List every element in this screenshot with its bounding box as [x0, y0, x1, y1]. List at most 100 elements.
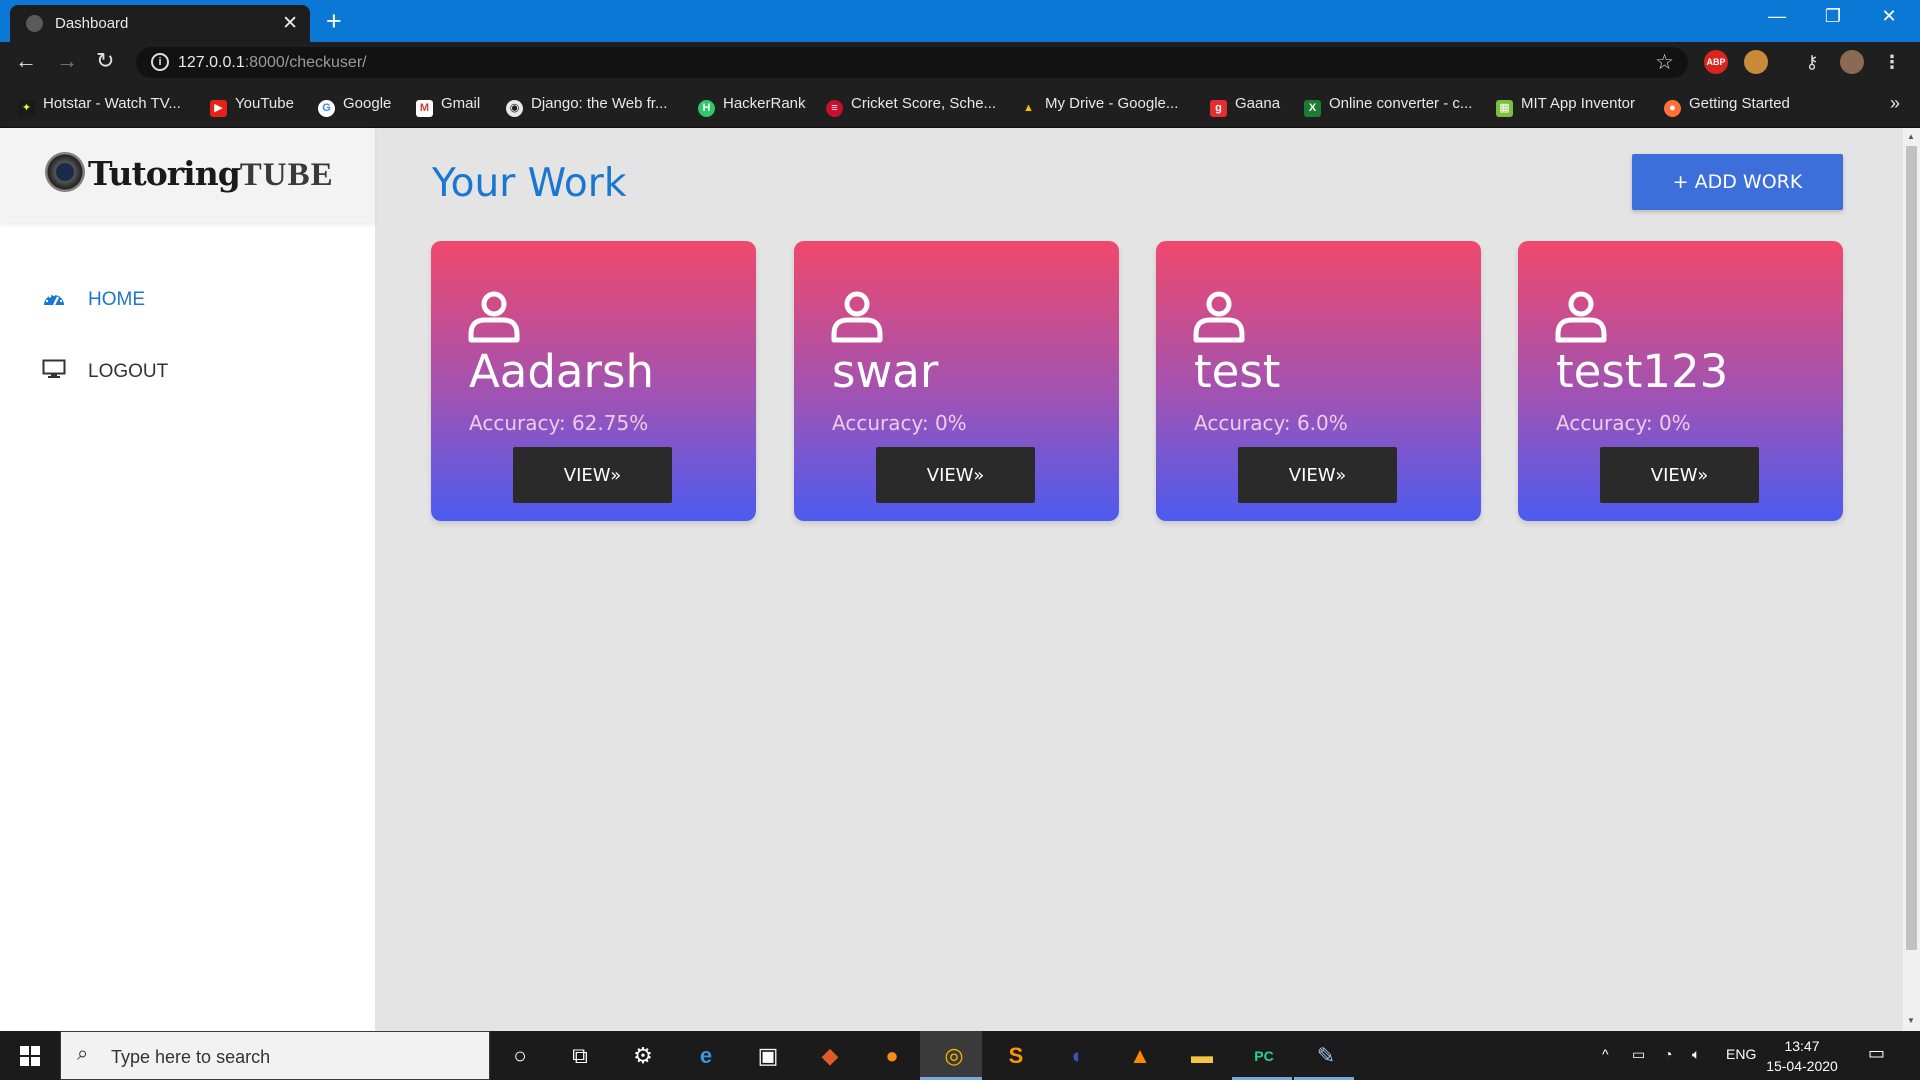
cortana-icon[interactable]: ○ — [503, 1039, 537, 1073]
hackerrank-icon: H — [698, 100, 715, 117]
clock-time: 13:47 — [1784, 1038, 1820, 1054]
profile-avatar[interactable] — [1840, 50, 1864, 74]
bookmark-label: HackerRank — [723, 95, 806, 112]
pycharm-icon[interactable]: PC — [1247, 1039, 1281, 1073]
forward-icon[interactable]: → — [56, 48, 78, 74]
view-button[interactable]: VIEW» — [513, 447, 672, 503]
card-name: swar — [832, 345, 939, 398]
back-icon[interactable]: ← — [15, 48, 37, 74]
view-button[interactable]: VIEW» — [1600, 447, 1759, 503]
sidebar: TutoringTUBE HOME LOGOUT — [0, 128, 375, 1031]
view-button[interactable]: VIEW» — [1238, 447, 1397, 503]
bookmark-hotstar[interactable]: ✦ Hotstar - Watch TV... — [18, 95, 181, 117]
work-card: Aadarsh Accuracy: 62.75% VIEW» — [431, 241, 756, 521]
browser-titlebar: Dashboard ✕ + — ❐ ✕ — [0, 0, 1920, 42]
bookmark-label: YouTube — [235, 95, 294, 112]
adblock-extension-icon[interactable]: ABP — [1704, 50, 1728, 74]
key-icon[interactable]: ⚷ — [1800, 50, 1824, 74]
store-icon[interactable]: ▣ — [751, 1039, 785, 1073]
bookmark-gaana[interactable]: g Gaana — [1210, 95, 1280, 117]
bookmark-label: Gmail — [441, 95, 481, 112]
bookmark-label: Getting Started — [1689, 95, 1790, 112]
show-hidden-icons-icon[interactable]: ^ — [1602, 1046, 1609, 1062]
camera-lens-icon — [45, 152, 85, 192]
monitor-icon — [42, 359, 66, 385]
dashboard-icon — [42, 289, 66, 313]
paint-icon[interactable]: ✎ — [1309, 1039, 1343, 1073]
firefox-taskbar-icon[interactable]: ● — [875, 1039, 909, 1073]
search-icon: ⌕ — [77, 1043, 89, 1065]
app-icon[interactable]: ◐ — [1061, 1039, 1095, 1073]
task-view-icon[interactable]: ⧉ — [563, 1039, 597, 1073]
converter-icon: X — [1304, 100, 1321, 117]
battery-icon[interactable]: ▭ — [1632, 1046, 1645, 1063]
tab-close-icon[interactable]: ✕ — [282, 12, 298, 35]
bookmark-star-icon[interactable]: ☆ — [1655, 50, 1674, 75]
site-info-icon[interactable]: i — [151, 53, 169, 71]
gaana-icon: g — [1210, 100, 1227, 117]
address-bar[interactable]: i 127.0.0.1:8000/checkuser/ ☆ — [136, 47, 1688, 78]
start-button[interactable] — [0, 1031, 60, 1080]
work-card: swar Accuracy: 0% VIEW» — [794, 241, 1119, 521]
file-explorer-icon[interactable]: ▬ — [1185, 1039, 1219, 1073]
cookie-icon[interactable] — [1744, 50, 1768, 74]
taskbar-clock[interactable]: 13:47 15-04-2020 — [1766, 1036, 1838, 1076]
more-bookmarks-icon[interactable]: » — [1890, 93, 1900, 114]
bookmark-hackerrank[interactable]: H HackerRank — [698, 95, 806, 117]
bookmark-app-inventor[interactable]: ▦ MIT App Inventor — [1496, 95, 1635, 117]
logo-text: TutoringTUBE — [88, 154, 334, 194]
notifications-icon[interactable]: ▭ — [1868, 1043, 1885, 1064]
language-indicator[interactable]: ENG — [1726, 1046, 1756, 1062]
minimize-icon[interactable]: — — [1754, 6, 1800, 27]
settings-gear-icon[interactable]: ⚙ — [626, 1039, 660, 1073]
clock-date: 15-04-2020 — [1766, 1058, 1838, 1074]
edge-icon[interactable]: e — [689, 1039, 723, 1073]
bookmark-converter[interactable]: X Online converter - c... — [1304, 95, 1472, 117]
add-work-button[interactable]: + ADD WORK — [1632, 154, 1843, 210]
sidebar-item-home[interactable]: HOME — [42, 289, 145, 313]
browser-tab[interactable]: Dashboard ✕ — [10, 5, 310, 42]
sidebar-item-logout[interactable]: LOGOUT — [42, 359, 168, 385]
volume-icon[interactable]: 🔈︎ — [1692, 1046, 1700, 1063]
logo[interactable]: TutoringTUBE — [0, 128, 375, 223]
bookmark-drive[interactable]: ▲ My Drive - Google... — [1020, 95, 1178, 117]
firefox-icon: ● — [1664, 100, 1681, 117]
tab-favicon-icon — [26, 15, 43, 32]
bookmark-getting-started[interactable]: ● Getting Started — [1664, 95, 1790, 117]
scroll-up-icon[interactable]: ▲ — [1907, 132, 1915, 141]
scroll-down-icon[interactable]: ▼ — [1907, 1016, 1915, 1025]
bookmark-youtube[interactable]: ▶ YouTube — [210, 95, 294, 117]
bookmark-django[interactable]: ◉ Django: the Web fr... — [506, 95, 667, 117]
bookmark-label: MIT App Inventor — [1521, 95, 1635, 112]
wifi-icon[interactable]: ◔ — [1664, 1046, 1672, 1062]
card-name: Aadarsh — [469, 345, 654, 398]
sublime-icon[interactable]: S — [999, 1039, 1033, 1073]
reload-icon[interactable]: ↻ — [96, 48, 114, 74]
menu-kebab-icon[interactable]: ⋮ — [1880, 50, 1904, 74]
bookmarks-bar: ✦ Hotstar - Watch TV... ▶ YouTube G Google … — [0, 83, 1920, 128]
taskbar-search[interactable]: ⌕ Type here to search — [60, 1031, 490, 1080]
view-button[interactable]: VIEW» — [876, 447, 1035, 503]
close-window-icon[interactable]: ✕ — [1866, 6, 1912, 27]
screen: Dashboard ✕ + — ❐ ✕ ← → ↻ i 127.0.0.1:80… — [0, 0, 1920, 1080]
globe-icon: ◉ — [506, 100, 523, 117]
bookmark-gmail[interactable]: M Gmail — [416, 95, 480, 117]
bookmark-cricket[interactable]: ≡ Cricket Score, Sche... — [826, 95, 996, 117]
windows-logo-icon — [20, 1046, 40, 1066]
bookmark-google[interactable]: G Google — [318, 95, 391, 117]
scrollbar-thumb[interactable] — [1906, 146, 1917, 950]
user-icon — [1554, 289, 1608, 348]
new-tab-button[interactable]: + — [326, 6, 342, 37]
card-accuracy: Accuracy: 62.75% — [469, 411, 649, 435]
bookmark-label: My Drive - Google... — [1045, 95, 1179, 112]
restore-icon[interactable]: ❐ — [1810, 6, 1856, 27]
sidebar-item-label: HOME — [88, 289, 145, 310]
url-text[interactable]: 127.0.0.1:8000/checkuser/ — [178, 54, 367, 72]
page-scrollbar[interactable]: ▲ ▼ — [1903, 128, 1920, 1031]
powerpoint-icon[interactable]: ◆ — [813, 1039, 847, 1073]
card-name: test — [1194, 345, 1281, 398]
vlc-icon[interactable]: ▲ — [1123, 1039, 1157, 1073]
browser-toolbar: ← → ↻ i 127.0.0.1:8000/checkuser/ ☆ ABP … — [0, 42, 1920, 83]
gmail-icon: M — [416, 100, 433, 117]
chrome-icon[interactable]: ◎ — [937, 1039, 971, 1073]
